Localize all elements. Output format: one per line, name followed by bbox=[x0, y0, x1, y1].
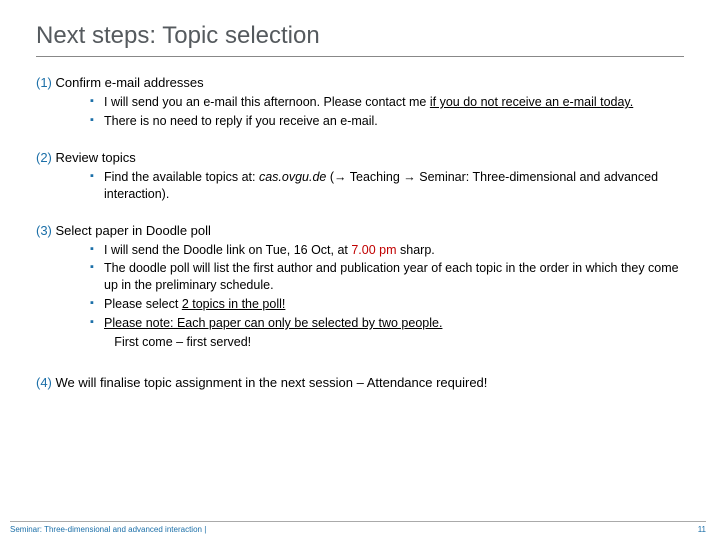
list-item: I will send you an e-mail this afternoon… bbox=[90, 94, 684, 111]
section-4-title: We will finalise topic assignment in the… bbox=[56, 375, 488, 390]
page-number: 11 bbox=[698, 525, 706, 534]
section-1-num: (1) bbox=[36, 75, 52, 90]
slide-title: Next steps: Topic selection bbox=[36, 22, 684, 57]
list-item: First come – first served! bbox=[90, 334, 684, 351]
section-1-title: Confirm e-mail addresses bbox=[56, 75, 204, 90]
section-2-num: (2) bbox=[36, 150, 52, 165]
section-2-head: (2) Review topics bbox=[36, 150, 684, 165]
list-item: There is no need to reply if you receive… bbox=[90, 113, 684, 130]
section-1-head: (1) Confirm e-mail addresses bbox=[36, 75, 684, 90]
section-2-title: Review topics bbox=[56, 150, 136, 165]
list-item: Please note: Each paper can only be sele… bbox=[90, 315, 684, 332]
section-2: (2) Review topics Find the available top… bbox=[36, 150, 684, 203]
section-4: (4) We will finalise topic assignment in… bbox=[36, 375, 684, 390]
list-item: Find the available topics at: cas.ovgu.d… bbox=[90, 169, 684, 203]
slide-body: Next steps: Topic selection (1) Confirm … bbox=[0, 0, 720, 390]
list-item: I will send the Doodle link on Tue, 16 O… bbox=[90, 242, 684, 259]
section-3-num: (3) bbox=[36, 223, 52, 238]
section-3-bullets: I will send the Doodle link on Tue, 16 O… bbox=[90, 242, 684, 351]
section-2-bullets: Find the available topics at: cas.ovgu.d… bbox=[90, 169, 684, 203]
footer-left: Seminar: Three-dimensional and advanced … bbox=[10, 525, 206, 534]
section-1-bullets: I will send you an e-mail this afternoon… bbox=[90, 94, 684, 130]
section-3-head: (3) Select paper in Doodle poll bbox=[36, 223, 684, 238]
section-4-num: (4) bbox=[36, 375, 52, 390]
list-item: The doodle poll will list the first auth… bbox=[90, 260, 684, 294]
list-item: Please select 2 topics in the poll! bbox=[90, 296, 684, 313]
footer: Seminar: Three-dimensional and advanced … bbox=[10, 521, 706, 534]
section-4-head: (4) We will finalise topic assignment in… bbox=[36, 375, 684, 390]
section-3: (3) Select paper in Doodle poll I will s… bbox=[36, 223, 684, 351]
section-3-title: Select paper in Doodle poll bbox=[56, 223, 211, 238]
section-1: (1) Confirm e-mail addresses I will send… bbox=[36, 75, 684, 130]
